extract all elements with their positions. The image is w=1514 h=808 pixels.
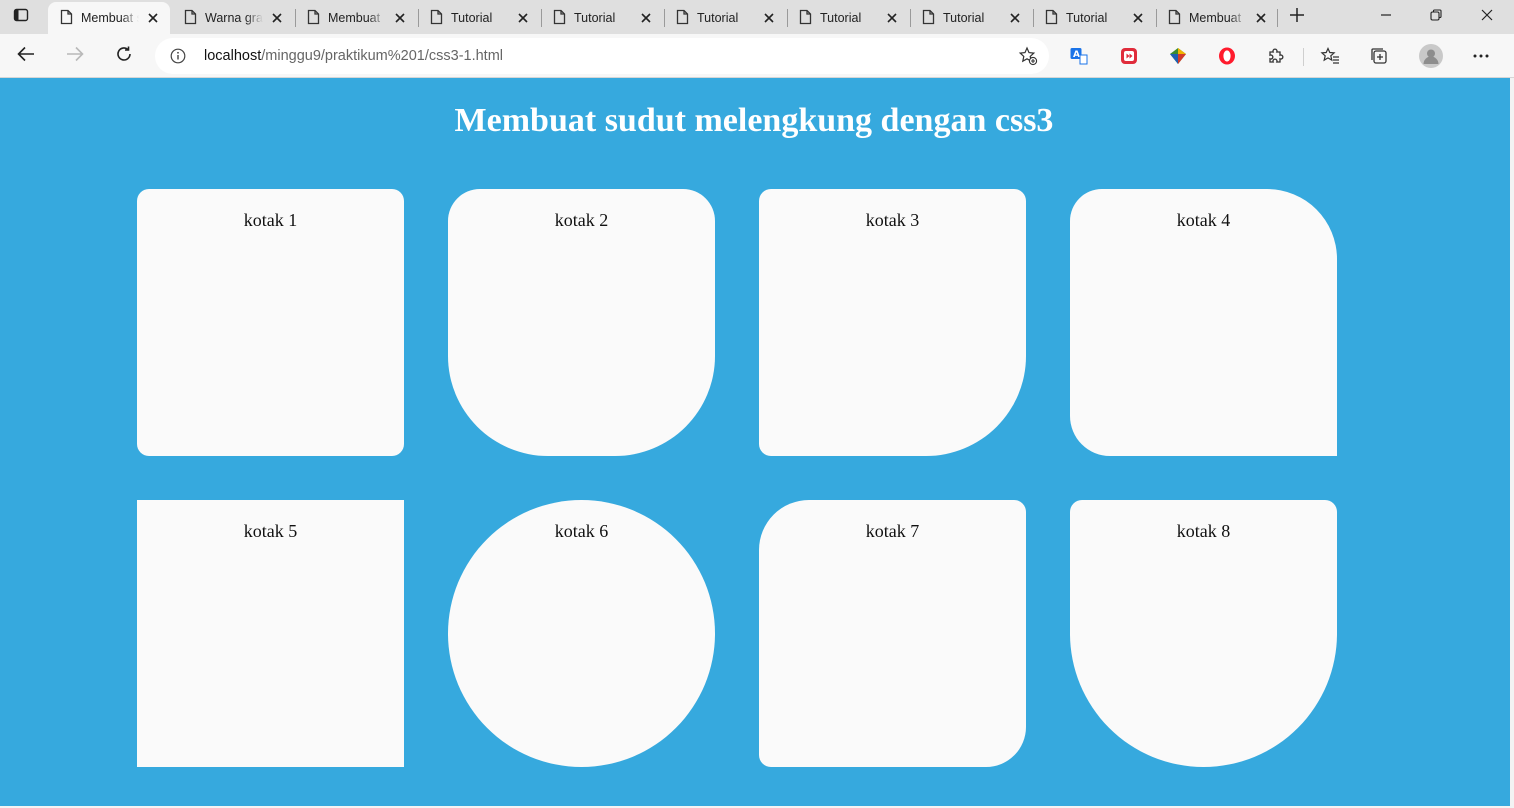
puzzle-icon[interactable] xyxy=(1263,43,1289,69)
close-window-button[interactable] xyxy=(1462,0,1512,34)
kotak-8: kotak 8 xyxy=(1070,500,1337,767)
back-arrow-icon xyxy=(17,46,35,67)
url-path: /minggu9/praktikum%201/css3-1.html xyxy=(261,48,504,64)
page-icon xyxy=(1045,9,1058,28)
close-icon[interactable] xyxy=(393,11,407,25)
tab-title: Tutorial xyxy=(1066,11,1108,25)
tab-4[interactable]: Tutorial xyxy=(418,2,540,34)
tab-title: Membuat xyxy=(1189,11,1242,25)
close-icon[interactable] xyxy=(639,11,653,25)
media-extension-icon[interactable] xyxy=(1116,43,1142,69)
kotak-3: kotak 3 xyxy=(759,189,1026,456)
tab-8[interactable]: Tutorial xyxy=(910,2,1032,34)
page-icon xyxy=(184,9,197,28)
tab-2[interactable]: Warna gradient xyxy=(172,2,294,34)
tab-5[interactable]: Tutorial xyxy=(541,2,663,34)
box-label: kotak 6 xyxy=(554,521,609,541)
box-label: kotak 1 xyxy=(243,210,298,230)
page-icon xyxy=(922,9,935,28)
close-icon[interactable] xyxy=(762,11,776,25)
box-label: kotak 2 xyxy=(554,210,609,230)
close-icon[interactable] xyxy=(146,11,160,25)
box-label: kotak 8 xyxy=(1176,521,1231,541)
page-icon xyxy=(430,9,443,28)
translate-icon[interactable]: A xyxy=(1066,43,1092,69)
tab-strip: Membuat sudut melengkung dengan css3 War… xyxy=(0,0,1514,34)
tab-title: Membuat xyxy=(328,11,381,25)
tab-3[interactable]: Membuat xyxy=(295,2,417,34)
tab-9[interactable]: Tutorial xyxy=(1033,2,1155,34)
tab-title: Warna gradient xyxy=(205,11,263,25)
minimize-icon xyxy=(1380,8,1392,26)
tab-actions-icon xyxy=(13,7,29,28)
forward-button[interactable] xyxy=(60,42,90,70)
close-icon[interactable] xyxy=(270,11,284,25)
kotak-1: kotak 1 xyxy=(137,189,404,456)
profile-icon[interactable] xyxy=(1418,43,1444,69)
tab-title: Tutorial xyxy=(574,11,616,25)
info-icon[interactable] xyxy=(169,47,187,65)
refresh-button[interactable] xyxy=(109,42,139,70)
restore-icon xyxy=(1430,8,1442,26)
tab-title: Tutorial xyxy=(943,11,985,25)
box-label: kotak 5 xyxy=(243,521,298,541)
globe-extension-icon[interactable] xyxy=(1165,43,1191,69)
forward-arrow-icon xyxy=(66,46,84,67)
kotak-4: kotak 4 xyxy=(1070,189,1337,456)
page-icon xyxy=(676,9,689,28)
tab-actions-button[interactable] xyxy=(8,5,34,29)
kotak-7: kotak 7 xyxy=(759,500,1026,767)
svg-text:A: A xyxy=(1073,50,1080,60)
page-icon xyxy=(60,9,73,28)
close-icon[interactable] xyxy=(885,11,899,25)
tab-7[interactable]: Tutorial xyxy=(787,2,909,34)
tab-6[interactable]: Tutorial xyxy=(664,2,786,34)
more-icon[interactable] xyxy=(1468,43,1494,69)
new-tab-button[interactable] xyxy=(1284,5,1310,29)
page-icon xyxy=(307,9,320,28)
box-label: kotak 3 xyxy=(865,210,920,230)
refresh-icon xyxy=(115,45,133,68)
kotak-2: kotak 2 xyxy=(448,189,715,456)
tab-title: Tutorial xyxy=(451,11,493,25)
page-icon xyxy=(553,9,566,28)
tab-10[interactable]: Membuat xyxy=(1156,2,1278,34)
page-title: Membuat sudut melengkung dengan css3 xyxy=(454,102,1054,139)
tab-1[interactable]: Membuat sudut melengkung dengan css3 xyxy=(48,2,170,34)
page-icon xyxy=(799,9,812,28)
close-icon[interactable] xyxy=(1254,11,1268,25)
plus-icon xyxy=(1289,7,1305,28)
window-edge xyxy=(1510,78,1514,808)
browser-toolbar: localhost/minggu9/praktikum%201/css3-1.h… xyxy=(0,34,1514,78)
kotak-6: kotak 6 xyxy=(448,500,715,767)
page-icon xyxy=(1168,9,1181,28)
back-button[interactable] xyxy=(11,42,41,70)
tab-title: Tutorial xyxy=(820,11,862,25)
close-icon[interactable] xyxy=(1131,11,1145,25)
tab-divider xyxy=(1277,9,1278,27)
collections-icon[interactable] xyxy=(1366,43,1392,69)
kotak-5: kotak 5 xyxy=(137,500,404,767)
close-window-icon xyxy=(1481,8,1493,26)
minimize-button[interactable] xyxy=(1361,0,1411,34)
url-host: localhost xyxy=(204,48,262,64)
close-icon[interactable] xyxy=(516,11,530,25)
url-text: localhost/minggu9/praktikum%201/css3-1.h… xyxy=(204,48,503,64)
favorites-icon[interactable] xyxy=(1317,43,1343,69)
tab-title: Tutorial xyxy=(697,11,739,25)
address-bar[interactable]: localhost/minggu9/praktikum%201/css3-1.h… xyxy=(155,38,1049,74)
restore-button[interactable] xyxy=(1411,0,1461,34)
page-viewport: Membuat sudut melengkung dengan css3 kot… xyxy=(0,78,1510,806)
box-label: kotak 4 xyxy=(1176,210,1231,230)
close-icon[interactable] xyxy=(1008,11,1022,25)
toolbar-divider xyxy=(1303,48,1304,66)
opera-icon[interactable] xyxy=(1214,43,1240,69)
tab-title: Membuat sudut melengkung dengan css3 xyxy=(81,11,139,25)
box-label: kotak 7 xyxy=(865,521,920,541)
star-plus-icon[interactable] xyxy=(1017,46,1039,66)
